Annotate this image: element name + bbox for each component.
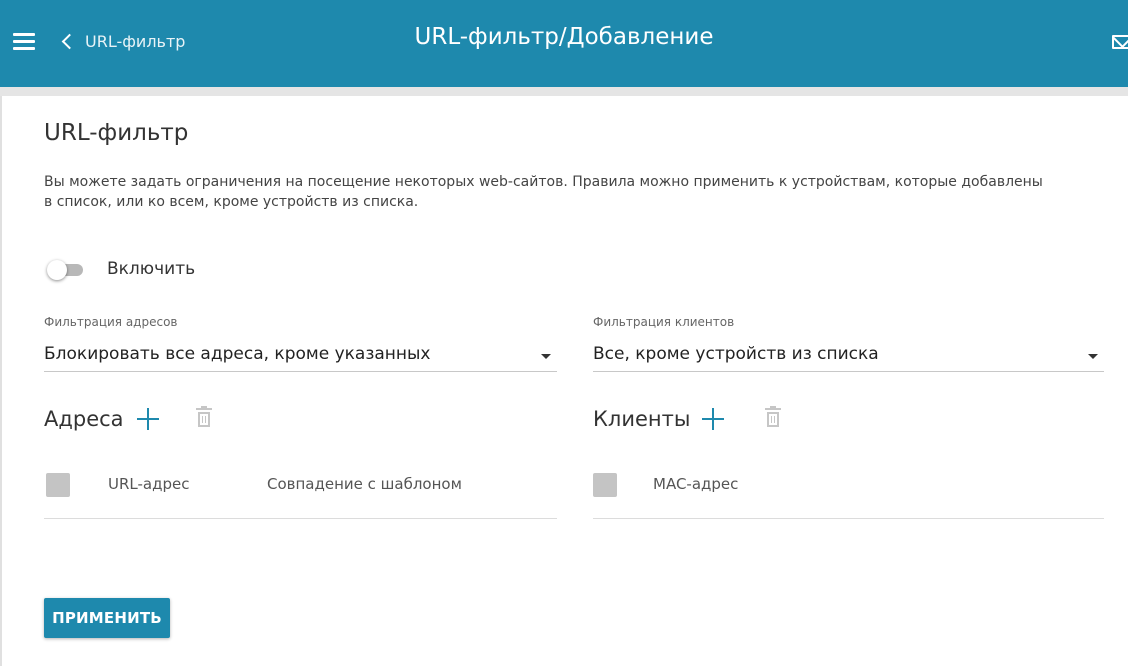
section-title: URL-фильтр bbox=[44, 120, 189, 146]
clients-title: Клиенты bbox=[593, 407, 691, 431]
enable-toggle[interactable] bbox=[47, 260, 83, 280]
client-filter-value: Все, кроме устройств из списка bbox=[593, 344, 879, 364]
select-all-addresses-checkbox[interactable] bbox=[46, 473, 70, 497]
addresses-divider bbox=[44, 518, 557, 519]
client-filter-select[interactable]: Все, кроме устройств из списка bbox=[593, 342, 1104, 372]
apply-button[interactable]: ПРИМЕНИТЬ bbox=[44, 598, 170, 638]
page-title: URL-фильтр/Добавление bbox=[414, 24, 714, 50]
column-mac: MAC-адрес bbox=[653, 475, 739, 493]
content-border bbox=[0, 96, 2, 666]
header-divider bbox=[0, 87, 1128, 96]
dropdown-caret-icon bbox=[541, 354, 551, 359]
address-filter-select[interactable]: Блокировать все адреса, кроме указанных bbox=[44, 342, 557, 372]
client-filter-label: Фильтрация клиентов bbox=[593, 315, 735, 329]
section-description: Вы можете задать ограничения на посещени… bbox=[44, 174, 1043, 210]
addresses-title: Адреса bbox=[44, 407, 124, 431]
delete-client-trash-icon[interactable] bbox=[765, 406, 781, 428]
delete-address-trash-icon[interactable] bbox=[196, 406, 212, 428]
address-filter-label: Фильтрация адресов bbox=[44, 315, 178, 329]
top-bar: URL-фильтр URL-фильтр/Добавление bbox=[0, 0, 1128, 87]
mail-icon[interactable] bbox=[1112, 35, 1128, 49]
column-url: URL-адрес bbox=[108, 475, 190, 493]
add-client-plus-icon[interactable] bbox=[702, 408, 724, 430]
select-all-clients-checkbox[interactable] bbox=[593, 473, 617, 497]
add-address-plus-icon[interactable] bbox=[137, 408, 159, 430]
column-pattern-match: Совпадение с шаблоном bbox=[267, 475, 462, 493]
address-filter-value: Блокировать все адреса, кроме указанных bbox=[44, 344, 431, 364]
toggle-knob bbox=[47, 260, 67, 280]
enable-label: Включить bbox=[107, 259, 196, 279]
dropdown-caret-icon bbox=[1088, 354, 1098, 359]
clients-divider bbox=[593, 518, 1104, 519]
